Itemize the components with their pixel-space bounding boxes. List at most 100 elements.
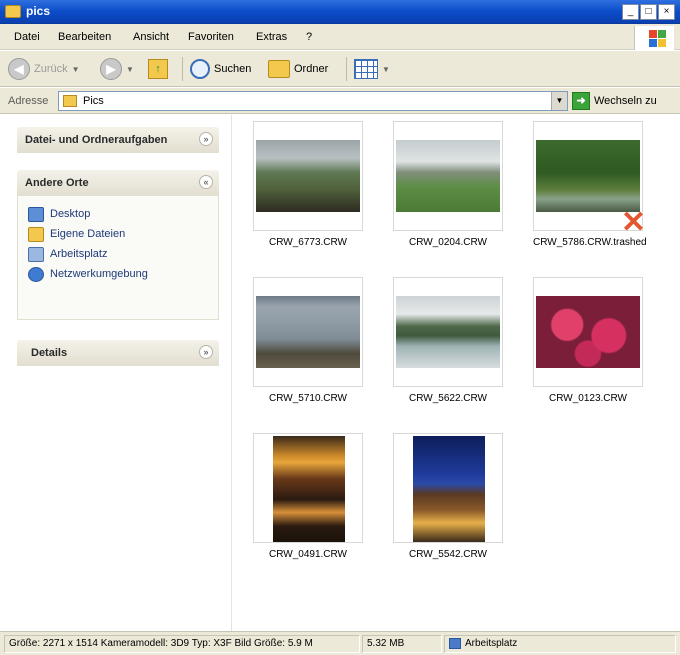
place-my-computer[interactable]: Arbeitsplatz	[18, 244, 218, 264]
desktop-icon	[28, 206, 44, 222]
file-name: CRW_5622.CRW	[409, 393, 487, 404]
other-places-title: Andere Orte	[25, 177, 89, 189]
back-button[interactable]: ◀ Zurück ▼	[8, 56, 80, 82]
window-title: pics	[26, 4, 51, 18]
forward-button[interactable]: ▶ ▼	[100, 56, 134, 82]
place-label: Desktop	[50, 208, 91, 220]
place-label: Netzwerkumgebung	[50, 268, 148, 280]
chevron-down-icon[interactable]: »	[199, 132, 213, 146]
thumbnail-image	[273, 436, 345, 542]
file-name: CRW_0491.CRW	[269, 549, 347, 560]
thumbnail-image	[536, 296, 640, 368]
details-panel: Details »	[17, 340, 219, 366]
menu-favorites[interactable]: Favoriten	[188, 31, 234, 43]
chevron-up-icon[interactable]: «	[199, 175, 213, 189]
thumbnail-image	[396, 140, 500, 212]
title-bar: pics _ □ ×	[0, 0, 680, 24]
place-label: Arbeitsplatz	[50, 248, 108, 260]
thumbnail-image	[256, 140, 360, 212]
go-button[interactable]: ➜ Wechseln zu	[572, 91, 657, 111]
file-view: CRW_6773.CRW CRW_0204.CRW ✕ CRW_5786.CRW…	[233, 115, 680, 631]
file-name: CRW_6773.CRW	[269, 237, 347, 248]
address-input[interactable]: Pics ▼	[58, 91, 568, 111]
toolbar-separator	[182, 57, 183, 81]
search-icon	[190, 59, 210, 79]
menu-file[interactable]: Datei	[14, 31, 40, 43]
close-button[interactable]: ×	[658, 4, 675, 20]
thumbnail-frame: ✕	[533, 121, 646, 238]
file-thumbnail[interactable]: CRW_5710.CRW	[253, 277, 363, 404]
menu-help[interactable]: ?	[306, 31, 312, 43]
thumbnail-frame	[533, 277, 643, 387]
file-name: CRW_5542.CRW	[409, 549, 487, 560]
file-name: CRW_0123.CRW	[549, 393, 627, 404]
thumbnail-frame	[393, 121, 503, 231]
computer-icon	[449, 638, 461, 649]
menu-view[interactable]: Ansicht	[133, 31, 169, 43]
thumbnail-image	[536, 140, 640, 212]
other-places-list: Desktop Eigene Dateien Arbeitsplatz Netz…	[17, 196, 219, 320]
file-name: CRW_0204.CRW	[409, 237, 487, 248]
file-tasks-header[interactable]: Datei- und Ordneraufgaben »	[17, 127, 219, 153]
details-header[interactable]: Details »	[17, 340, 219, 366]
trashed-x-icon: ✕	[620, 206, 646, 239]
place-network[interactable]: Netzwerkumgebung	[18, 264, 218, 284]
folders-button[interactable]: Ordner	[268, 56, 328, 82]
task-pane: Datei- und Ordneraufgaben » Andere Orte …	[0, 115, 232, 631]
thumbnail-frame	[393, 277, 503, 387]
maximize-button[interactable]: □	[640, 4, 657, 20]
file-thumbnail[interactable]: CRW_5622.CRW	[393, 277, 503, 404]
chevron-down-icon: ▼	[382, 64, 390, 74]
thumbnail-image	[413, 436, 485, 542]
menu-tools[interactable]: Extras	[256, 31, 287, 43]
file-thumbnail-trashed[interactable]: ✕ CRW_5786.CRW.trashed	[533, 121, 647, 248]
thumbnail-frame	[253, 277, 363, 387]
status-details: Größe: 2271 x 1514 Kameramodell: 3D9 Typ…	[4, 635, 360, 653]
place-my-documents[interactable]: Eigene Dateien	[18, 224, 218, 244]
other-places-header[interactable]: Andere Orte «	[17, 170, 219, 196]
windows-logo-icon	[634, 26, 674, 50]
go-label: Wechseln zu	[594, 95, 657, 107]
details-title: Details	[31, 347, 68, 359]
folder-icon	[63, 95, 77, 107]
file-thumbnail[interactable]: CRW_6773.CRW	[253, 121, 363, 248]
file-tasks-title: Datei- und Ordneraufgaben	[25, 134, 168, 146]
thumbnail-frame	[253, 121, 363, 231]
up-folder-button[interactable]: ↑	[148, 56, 168, 82]
folders-icon	[268, 60, 290, 78]
menu-bar: Datei Bearbeiten Ansicht Favoriten Extra…	[0, 24, 680, 50]
network-icon	[28, 266, 44, 282]
back-arrow-icon: ◀	[8, 58, 30, 80]
toolbar: ◀ Zurück ▼ ▶ ▼ ↑ Suchen Ordner ▼	[0, 51, 680, 87]
chevron-down-icon[interactable]: »	[199, 345, 213, 359]
views-button[interactable]: ▼	[354, 56, 390, 82]
address-dropdown-button[interactable]: ▼	[551, 92, 567, 110]
file-thumbnail[interactable]: CRW_5542.CRW	[393, 433, 503, 560]
place-label: Eigene Dateien	[50, 228, 126, 240]
folder-icon	[5, 5, 21, 18]
place-desktop[interactable]: Desktop	[18, 204, 218, 224]
thumbnail-image	[396, 296, 500, 368]
thumbnail-frame	[393, 433, 503, 543]
chevron-down-icon: ▼	[71, 64, 80, 74]
minimize-button[interactable]: _	[622, 4, 639, 20]
status-size: 5.32 MB	[362, 635, 442, 653]
forward-arrow-icon: ▶	[100, 58, 122, 80]
status-zone-label: Arbeitsplatz	[465, 638, 518, 650]
other-places-panel: Andere Orte « Desktop Eigene Dateien Arb…	[17, 170, 219, 320]
toolbar-separator	[346, 57, 347, 81]
up-folder-icon: ↑	[148, 59, 168, 79]
search-label: Suchen	[214, 63, 252, 75]
thumbnail-frame	[253, 433, 363, 543]
views-icon	[354, 59, 378, 79]
file-thumbnail[interactable]: CRW_0123.CRW	[533, 277, 643, 404]
search-button[interactable]: Suchen	[190, 56, 251, 82]
back-label: Zurück	[34, 63, 68, 75]
file-thumbnail[interactable]: CRW_0204.CRW	[393, 121, 503, 248]
menu-edit[interactable]: Bearbeiten	[58, 31, 111, 43]
file-thumbnail[interactable]: CRW_0491.CRW	[253, 433, 363, 560]
status-zone: Arbeitsplatz	[444, 635, 676, 653]
file-tasks-panel: Datei- und Ordneraufgaben »	[17, 127, 219, 153]
my-documents-icon	[28, 226, 44, 242]
computer-icon	[28, 246, 44, 262]
